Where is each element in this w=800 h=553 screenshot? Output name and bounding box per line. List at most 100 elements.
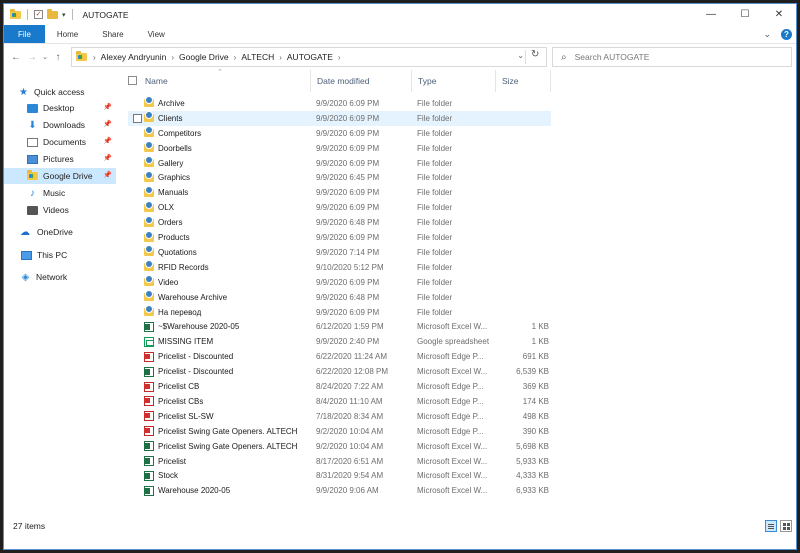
table-row[interactable]: Orders 9/9/2020 6:48 PM File folder [128,215,551,230]
table-row[interactable]: Manuals 9/9/2020 6:09 PM File folder [128,185,551,200]
minimize-button[interactable]: — [694,4,728,25]
nav-item-videos[interactable]: Videos [4,202,116,218]
nav-item-google-drive[interactable]: Google Drive 📌 [4,168,116,184]
file-name-text: Manuals [158,188,189,198]
nav-item-downloads[interactable]: ⬇ Downloads 📌 [4,117,116,133]
table-row[interactable]: Warehouse Archive 9/9/2020 6:48 PM File fo… [128,290,551,305]
customize-toolbar-icon[interactable]: ▾ [62,11,66,19]
breadcrumb-chevron-icon[interactable]: › [338,53,341,62]
breadcrumb-chevron-icon[interactable]: › [93,53,96,62]
table-row[interactable]: Doorbells 9/9/2020 6:09 PM File folder [128,141,551,156]
table-row[interactable]: Pricelist - Discounted 6/22/2020 12:08 PM… [128,364,551,379]
nav-item-documents[interactable]: Documents 📌 [4,134,116,150]
column-header-date-modified[interactable]: Date modified [311,70,412,92]
tab-share[interactable]: Share [90,25,135,43]
search-box[interactable]: ⌕ Search AUTOGATE [552,47,792,67]
address-dropdown-icon[interactable]: ⌄ [517,51,524,60]
up-arrow-icon[interactable]: ↑ [50,52,66,63]
expand-ribbon-icon[interactable]: ⌄ [763,29,771,40]
pin-icon[interactable]: 📌 [103,171,112,179]
address-bar[interactable]: › Alexey Andryunin › Google Drive › ALTE… [71,47,547,67]
column-header-size[interactable]: Size [496,70,551,92]
file-date: 9/9/2020 6:09 PM [316,128,380,138]
breadcrumb-chevron-icon[interactable]: › [171,53,174,62]
pin-icon[interactable]: 📌 [103,154,112,162]
file-date: 9/9/2020 6:09 PM [316,277,380,287]
tab-file[interactable]: File [4,25,45,43]
file-size [500,171,549,186]
close-button[interactable]: ✕ [762,4,796,25]
file-date: 8/24/2020 7:22 AM [316,382,384,392]
table-row[interactable]: Pricelist SL-SW 7/18/2020 8:34 AM Microsof… [128,409,551,424]
breadcrumb-altech[interactable]: ALTECH [241,52,274,62]
row-checkbox[interactable] [133,113,142,123]
help-icon[interactable]: ? [781,29,792,40]
file-date: 8/4/2020 11:10 AM [316,396,383,406]
table-row[interactable]: Pricelist 8/17/2020 6:51 AM Microsoft Exce… [128,454,551,469]
recent-locations-icon[interactable]: ⌄ [40,53,50,61]
large-icons-view-icon[interactable] [780,520,792,532]
nav-item-quick-access[interactable]: ★ Quick access [18,84,116,100]
table-row[interactable]: MISSING ITEM 9/9/2020 2:40 PM Google sprea… [128,334,551,349]
desktop-folder-icon [27,103,38,113]
file-size [500,200,549,215]
table-row[interactable]: Video 9/9/2020 6:09 PM File folder [128,275,551,290]
table-row[interactable]: На перевод 9/9/2020 6:09 PM File folder [128,305,551,320]
breadcrumb-chevron-icon[interactable]: › [234,53,237,62]
table-row[interactable]: Stock 8/31/2020 9:54 AM Microsoft Excel W.… [128,469,551,484]
tab-home[interactable]: Home [45,25,90,43]
breadcrumb-chevron-icon[interactable]: › [279,53,282,62]
pin-icon[interactable]: 📌 [103,120,112,128]
file-type: Google spreadsheet [417,337,490,347]
file-type: Microsoft Excel W... [417,322,488,332]
file-name: Archive [144,96,309,111]
excel-file-icon [144,321,154,332]
table-row[interactable]: Quotations 9/9/2020 7:14 PM File folder [128,245,551,260]
table-row[interactable]: Competitors 9/9/2020 6:09 PM File folder [128,126,551,141]
tab-view[interactable]: View [136,25,177,43]
table-row[interactable]: Pricelist Swing Gate Openers. ALTECH 9/2/… [128,424,551,439]
table-row[interactable]: Gallery 9/9/2020 6:09 PM File folder [128,156,551,171]
breadcrumb-google-drive[interactable]: Google Drive [179,52,229,62]
table-row[interactable]: Archive 9/9/2020 6:09 PM File folder [128,96,551,111]
maximize-button[interactable]: ☐ [728,4,762,25]
pin-icon[interactable]: 📌 [103,103,112,111]
file-size [500,185,549,200]
properties-icon[interactable]: ✓ [34,10,43,19]
file-name: MISSING ITEM [144,334,309,349]
nav-item-music[interactable]: ♪ Music [4,185,116,201]
file-size [500,126,549,141]
forward-arrow-icon[interactable]: → [24,52,40,63]
new-folder-icon[interactable] [47,8,58,19]
nav-item-this-pc[interactable]: This PC [21,247,116,263]
pin-icon[interactable]: 📌 [103,137,112,145]
table-row[interactable]: Pricelist Swing Gate Openers. ALTECH 9/2/… [128,439,551,454]
nav-item-onedrive[interactable]: ☁ OneDrive [20,224,116,240]
table-row[interactable]: RFID Records 9/10/2020 5:12 PM File folder [128,260,551,275]
details-view-icon[interactable] [765,520,777,532]
nav-item-label: Downloads [43,120,86,130]
select-all-checkbox[interactable] [128,76,137,85]
file-date: 9/9/2020 6:48 PM [316,218,380,228]
file-date: 8/17/2020 6:51 AM [316,456,384,466]
table-row[interactable]: Clients 9/9/2020 6:09 PM File folder [128,110,551,126]
nav-item-network[interactable]: ◈ Network [20,269,116,285]
file-date: 9/9/2020 6:09 PM [316,233,380,243]
nav-item-pictures[interactable]: Pictures 📌 [4,151,116,167]
table-row[interactable]: OLX 9/9/2020 6:09 PM File folder [128,200,551,215]
table-row[interactable]: Pricelist - Discounted 6/22/2020 11:24 AM… [128,349,551,364]
refresh-icon[interactable]: ↻ [531,49,539,60]
file-type: File folder [417,292,453,302]
column-header-type[interactable]: Type [412,70,496,92]
table-row[interactable]: Graphics 9/9/2020 6:45 PM File folder [128,170,551,186]
breadcrumb-autogate[interactable]: AUTOGATE [287,52,333,62]
table-row[interactable]: Pricelist CB 8/24/2020 7:22 AM Microsoft E… [128,379,551,394]
breadcrumb-alexey-andryunin[interactable]: Alexey Andryunin [101,52,167,62]
table-row[interactable]: Products 9/9/2020 6:09 PM File folder [128,230,551,245]
column-header-name[interactable]: Name [139,70,311,92]
back-arrow-icon[interactable]: ← [8,52,24,63]
nav-item-desktop[interactable]: Desktop 📌 [4,100,116,116]
table-row[interactable]: Warehouse 2020-05 9/9/2020 9:06 AM Microso… [128,483,551,498]
table-row[interactable]: ~$Warehouse 2020-05 6/12/2020 1:59 PM Micr… [128,320,551,335]
table-row[interactable]: Pricelist CBs 8/4/2020 11:10 AM Microsoft … [128,394,551,409]
